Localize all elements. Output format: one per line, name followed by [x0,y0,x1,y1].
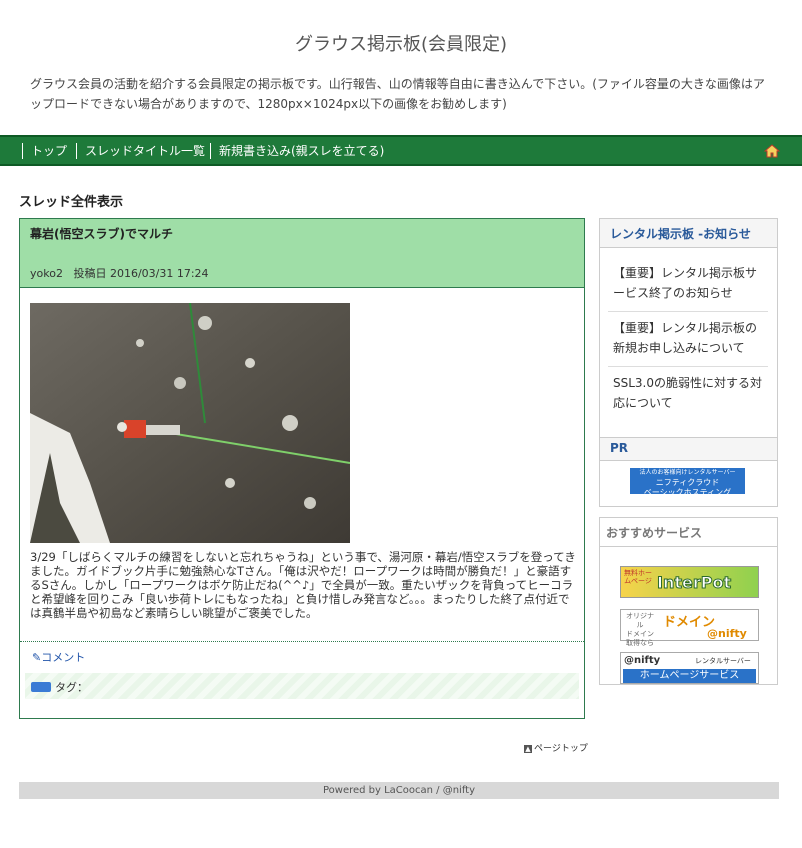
tag-bar: タグ： [25,673,579,699]
pr-label: PR [610,441,629,455]
notice-box-header: レンタル掲示板 -お知らせ [600,219,777,248]
footer: Powered by LaCoocan / @nifty [19,782,779,799]
thread-date-label: 投稿日 [73,267,107,280]
homepage-service-banner[interactable]: @nifty レンタルサーバー ホームページサービス [620,652,759,684]
recommend-header: おすすめサービス [600,518,777,547]
banner-text: ニフティクラウド [655,478,720,487]
thread-author: yoko2 [30,267,63,280]
arrow-up-icon: ▲ [524,744,532,753]
comment-label: コメント [41,651,86,664]
banner-subtext: オリジナル ドメイン 取得なら [623,612,657,648]
section-title: スレッド全件表示 [19,195,124,210]
page-top-link[interactable]: ▲ ページトップ [524,741,588,754]
notice-box-title: レンタル掲示板 -お知らせ [610,227,751,241]
notice-box: レンタル掲示板 -お知らせ 【重要】レンタル掲示板サービス終了のお知らせ 【重要… [599,218,778,507]
tag-icon [31,682,51,692]
interpot-banner[interactable]: 無料ホームページ InterPot [620,566,759,598]
site-description: グラウス会員の活動を紹介する会員限定の掲示板です。山行報告、山の情報等自由に書き… [30,77,765,111]
banner-brand: @nifty [624,655,661,666]
post-body: 3/29「しばらくマルチの練習をしないと忘れちゃうね」という事で、湯河原・幕岩/… [30,550,576,620]
divider [608,366,768,367]
notice-item[interactable]: 【重要】レンタル掲示板の新規お申し込みについて [613,318,768,358]
banner-sub: レンタルサーバー [695,657,751,665]
thread-date: 2016/03/31 17:24 [109,267,209,280]
recommend-title: おすすめサービス [606,526,703,540]
banner-text: ホームページサービス [623,669,756,683]
pr-header: PR [600,437,777,461]
domain-banner[interactable]: オリジナル ドメイン 取得なら ドメイン @nifty [620,609,759,647]
site-title: グラウス掲示板(会員限定) [294,34,508,55]
page-top-label: ページトップ [534,744,588,754]
thread-header: 幕岩(悟空スラブ)でマルチ yoko2 投稿日 2016/03/31 17:24 [20,219,584,288]
banner-sub2: ドメイン [626,630,654,638]
nifty-cloud-banner[interactable]: 法人のお客様向けレンタルサーバー ニフティクラウド ベーシックホスティング [630,468,745,497]
banner-text: InterPot [656,573,732,593]
banner-text: ベーシックホスティング [643,488,732,497]
comment-link[interactable]: ✎コメント [32,649,85,665]
divider [20,641,584,642]
divider [608,311,768,312]
banner-sub: 無料ホームページ [624,569,652,585]
notice-item[interactable]: SSL3.0の脆弱性に対する対応について [613,373,768,413]
nav-item-new-post[interactable]: 新規書き込み(親スレを立てる) [210,143,384,159]
thread-meta: yoko2 投稿日 2016/03/31 17:24 [30,265,209,281]
pencil-icon: ✎ [32,651,42,664]
tag-label: タグ： [55,681,88,694]
banner-sub1: オリジナル [626,612,654,629]
home-icon[interactable] [763,143,781,159]
recommend-box: おすすめサービス 無料ホームページ InterPot オリジナル ドメイン 取得… [599,517,778,685]
post-photo[interactable] [30,303,350,543]
notice-item[interactable]: 【重要】レンタル掲示板サービス終了のお知らせ [613,263,768,303]
banner-sub3: 取得なら [626,639,654,647]
nav-item-top[interactable]: トップ [22,143,67,159]
banner-text: 法人のお客様向けレンタルサーバー [639,469,736,476]
thread-title[interactable]: 幕岩(悟空スラブ)でマルチ [30,225,173,242]
nav-bar: トップ スレッドタイトル一覧 新規書き込み(親スレを立てる) [0,135,802,166]
thread-post: 幕岩(悟空スラブ)でマルチ yoko2 投稿日 2016/03/31 17:24 [19,218,585,719]
nav-item-thread-list[interactable]: スレッドタイトル一覧 [76,143,205,159]
banner-brand: @nifty [707,627,747,640]
